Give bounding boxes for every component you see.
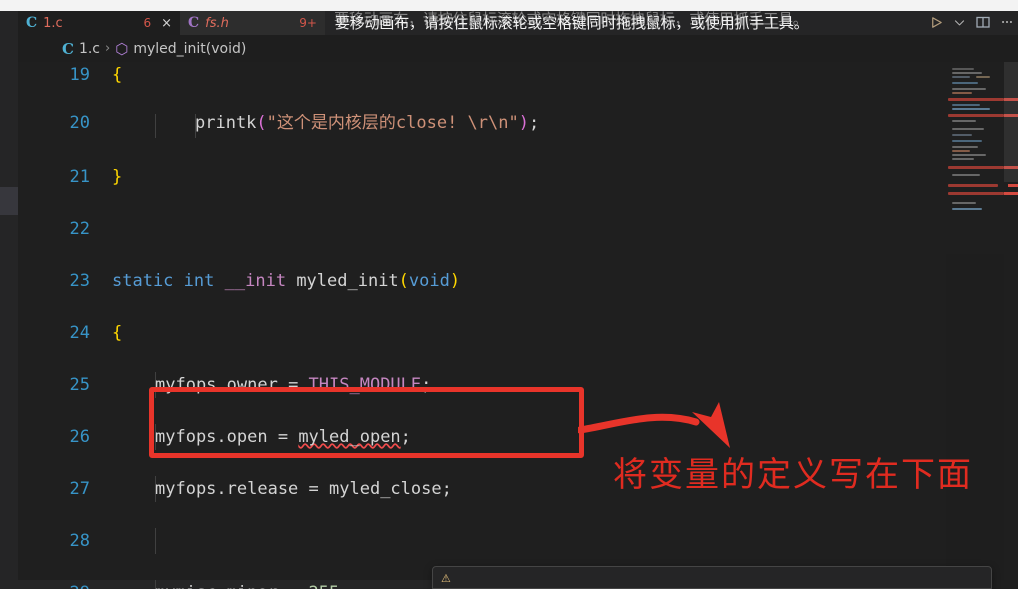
fn-name: myled_init [296,271,399,291]
line-text: { [112,323,123,343]
c-file-icon: C [62,39,74,58]
tab-problem-badge: 6 [143,16,152,30]
breadcrumb[interactable]: C 1.c › ⬡ myled_init(void) [18,35,1018,62]
breadcrumb-symbol[interactable]: myled_init(void) [133,41,246,57]
string-literal: "这个是内核层的close! \r\n" [266,114,519,133]
line-number: 23 [69,271,90,291]
line-number: 21 [69,167,90,187]
line-number: 20 [69,114,90,133]
identifier: myfops.release [155,479,299,499]
activity-item-search[interactable] [0,45,18,73]
indent-guide [155,528,156,554]
keyword: static [112,271,174,291]
vertical-scrollbar-thumb[interactable] [1004,62,1018,182]
code-line[interactable]: 25 myfops.owner = THIS_MODULE; [18,372,1018,398]
indent-guide [155,114,156,138]
code-line[interactable]: 20 printk("这个是内核层的close! \r\n"); [18,114,1018,138]
split-editor-icon[interactable] [975,14,991,30]
line-number: 25 [69,375,90,395]
activity-item-scm[interactable] [0,75,18,103]
line-text: { [112,65,123,85]
symbol-cube-icon: ⬡ [115,39,129,58]
c-file-icon: C [188,15,200,31]
activity-item-extensions[interactable] [0,135,18,163]
line-text: myfops.release = myled_close; [155,479,452,499]
identifier: mymisc.minor [155,583,278,589]
line-text: printk("这个是内核层的close! \r\n"); [195,114,540,133]
editor-tab-label: fs.h [205,15,229,31]
identifier: myfops.open [155,427,268,447]
line-number: 29 [18,580,90,589]
activity-bar[interactable] [0,11,18,589]
line-number: 19 [69,65,90,85]
minimap[interactable] [946,62,1004,589]
code-line[interactable]: 26 myfops.open = myled_open; [18,424,1018,450]
keyword: void [408,271,450,291]
identifier: myfops.owner [155,375,278,395]
vscode-window: C 1.c 6 × C fs.h 9+ 要移动画布，请按住鼠标滚轮或空格键同时拖… [0,0,1018,589]
breadcrumb-file[interactable]: 1.c [79,41,100,57]
editor-tab-1c[interactable]: C 1.c 6 × [18,11,180,35]
line-text: } [112,167,123,187]
code-line[interactable]: 23 static int __init myled_init(void) [18,268,1018,294]
warning-icon: ⚠ [441,572,451,585]
code-content: 19 { 20 printk("这个是内核层的close! \r\n"); 21… [18,62,1018,589]
fn-name: printk [195,114,257,133]
line-number: 22 [69,219,90,239]
hover-diagnostic-popup[interactable]: ⚠ [432,566,992,589]
code-editor[interactable]: 19 { 20 printk("这个是内核层的close! \r\n"); 21… [18,62,1018,589]
editor-tab-fsh[interactable]: C fs.h 9+ [180,11,325,35]
overview-ruler[interactable] [1004,62,1018,589]
identifier-error: myled_open [298,427,401,447]
line-number: 24 [69,323,90,343]
line-text: myfops.open = myled_open; [155,427,411,447]
close-icon[interactable]: × [161,16,172,31]
line-text: static int __init myled_init(void) [112,271,461,291]
code-line[interactable]: 19 { [18,62,1018,88]
number-literal: 255 [309,583,340,589]
hint-text: 要移动画布，请按住鼠标滚轮或空格键同时拖拽鼠标，或使用抓手工具。 [335,14,809,32]
macro: __init [224,271,287,291]
line-number: 27 [69,479,90,499]
breadcrumb-separator-icon: › [105,41,111,56]
code-line[interactable]: 28 [18,528,1018,554]
identifier: myled_close [329,479,442,499]
editor-action-bar [929,10,1014,34]
canvas-pan-hint-overlay: 要移动画布，请按住鼠标滚轮或空格键同时拖拽鼠标，或使用抓手工具。 要移动画布，请… [334,6,910,32]
code-line[interactable]: 21 } [18,164,1018,190]
editor-tab-label: 1.c [43,15,63,31]
more-actions-icon[interactable] [1000,15,1014,29]
run-code-icon[interactable] [929,15,944,30]
activity-item-debug[interactable] [0,105,18,133]
line-text: mymisc.minor = 255; [155,580,350,589]
keyword: int [183,271,215,291]
activity-item-active[interactable] [0,187,18,215]
macro: THIS_MODULE [308,375,422,395]
line-text: myfops.owner = THIS_MODULE; [155,375,432,395]
c-file-icon: C [26,15,38,31]
activity-item-explorer[interactable] [0,15,18,43]
chevron-down-icon[interactable] [953,16,966,29]
code-line[interactable]: 22 [18,216,1018,242]
line-number: 26 [69,427,90,447]
code-line[interactable]: 24 { [18,320,1018,346]
code-line[interactable]: 27 myfops.release = myled_close; [18,476,1018,502]
tab-problem-badge: 9+ [299,16,317,30]
line-number: 28 [69,531,90,551]
